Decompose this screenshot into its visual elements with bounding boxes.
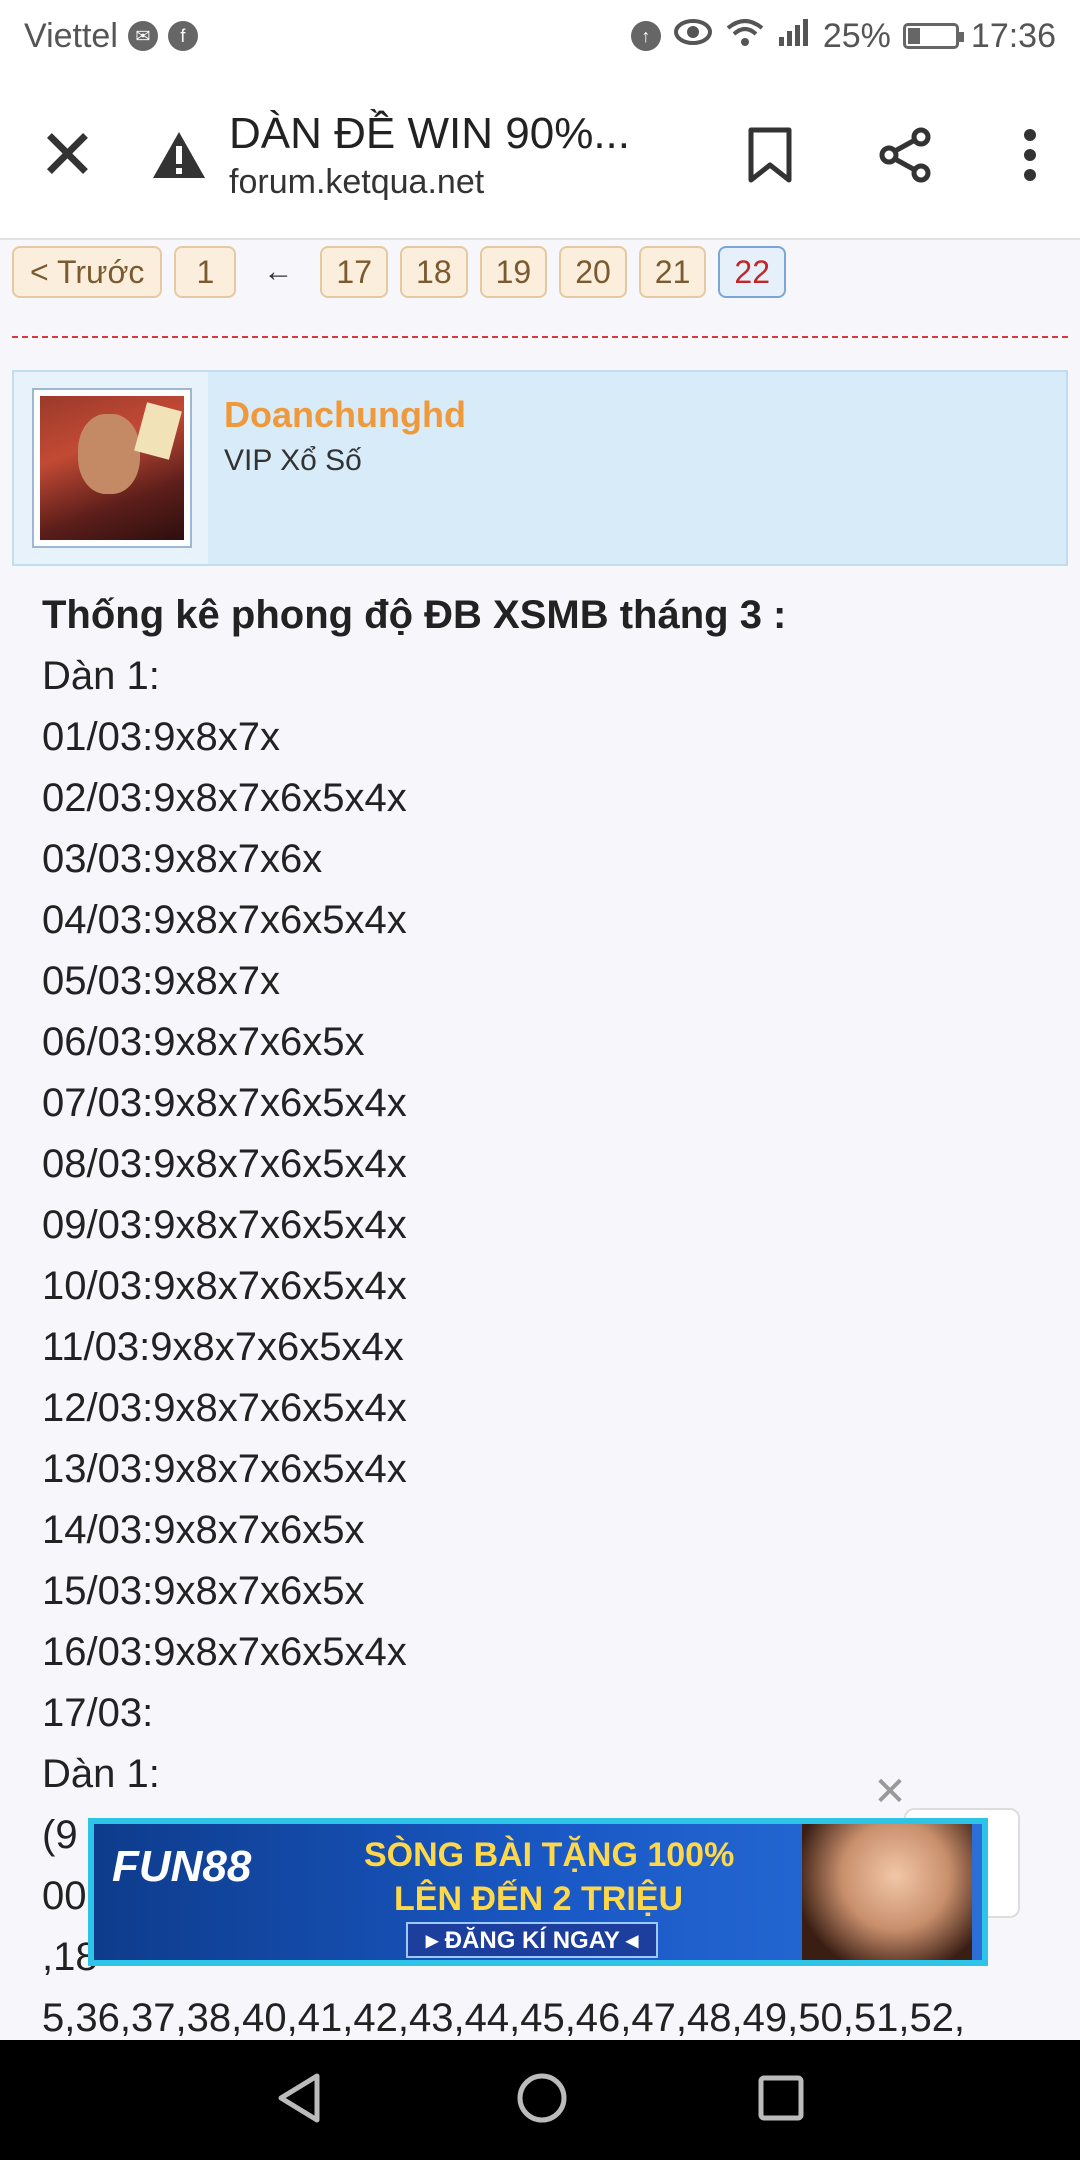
page-link[interactable]: 19 — [479, 246, 548, 298]
home-icon[interactable] — [514, 2070, 570, 2131]
post-line: 10/03:9x8x7x6x5x4x — [42, 1264, 407, 1308]
warning-icon[interactable] — [147, 130, 211, 180]
data-saver-icon: ↑ — [630, 21, 661, 51]
post-line: 03/03:9x8x7x6x — [42, 837, 323, 881]
ad-register-button[interactable]: ▸ ĐĂNG KÍ NGAY ◂ — [406, 1922, 659, 1958]
page-url: forum.ketqua.net — [229, 162, 485, 201]
ad-close-icon[interactable]: ✕ — [870, 1770, 910, 1814]
post-line: 14/03:9x8x7x6x5x — [42, 1508, 365, 1552]
avatar-column — [14, 372, 208, 564]
system-nav-bar — [0, 2040, 1080, 2160]
wifi-icon — [725, 16, 765, 57]
post-line: 13/03:9x8x7x6x5x4x — [42, 1447, 407, 1491]
page-title: DÀN ĐỀ WIN 90%... — [229, 108, 630, 158]
page-gap-arrow: ← — [263, 255, 294, 288]
prev-page-button[interactable]: < Trước — [12, 246, 163, 298]
post-line: Dàn 1: — [42, 654, 160, 698]
post-line: 02/03:9x8x7x6x5x4x — [42, 776, 407, 820]
page-link[interactable]: 20 — [559, 246, 627, 298]
signal-icon — [777, 17, 811, 56]
battery-percent: 25% — [822, 16, 891, 55]
post-line: 16/03:9x8x7x6x5x4x — [42, 1630, 407, 1674]
avatar[interactable] — [32, 388, 192, 548]
post-line: 15/03:9x8x7x6x5x — [42, 1569, 365, 1613]
post-line: 06/03:9x8x7x6x5x — [42, 1020, 365, 1064]
page-link[interactable]: 18 — [400, 246, 468, 298]
share-icon[interactable] — [855, 90, 956, 220]
status-bar: Viettel ✉ f ↑ 25% 17:36 — [0, 0, 1080, 72]
facebook-icon: f — [167, 21, 198, 51]
ad-brand: FUN88 — [112, 1842, 252, 1891]
bookmark-icon[interactable] — [720, 90, 821, 220]
eye-icon — [673, 17, 713, 56]
post-line: 07/03:9x8x7x6x5x4x — [42, 1081, 407, 1125]
clock: 17:36 — [970, 16, 1056, 55]
more-options-icon[interactable] — [979, 90, 1080, 220]
author-name[interactable]: Doanchunghd — [224, 394, 466, 436]
page-link-first[interactable]: 1 — [174, 246, 237, 298]
post-line: 01/03:9x8x7x — [42, 715, 280, 759]
ad-banner[interactable]: FUN88 SÒNG BÀI TẶNG 100% LÊN ĐẾN 2 TRIỆU… — [88, 1818, 988, 1966]
post-line: 17/03: — [42, 1691, 154, 1735]
ad-headline: SÒNG BÀI TẶNG 100% — [364, 1836, 735, 1874]
battery-icon — [902, 23, 964, 49]
messenger-icon: ✉ — [127, 21, 158, 51]
ad-model-image — [802, 1824, 972, 1960]
post-author-box: Doanchunghd VIP Xổ Số — [12, 370, 1068, 566]
page-content: < Trước 1 ← 17 18 19 20 21 22 Doanchungh… — [0, 240, 1080, 2040]
browser-toolbar: ✕ DÀN ĐỀ WIN 90%... forum.ketqua.net — [0, 72, 1080, 240]
pagination: < Trước 1 ← 17 18 19 20 21 22 — [12, 246, 786, 298]
post-line: 05/03:9x8x7x — [42, 959, 280, 1003]
post-line: 08/03:9x8x7x6x5x4x — [42, 1142, 407, 1186]
post-line: 04/03:9x8x7x6x5x4x — [42, 898, 407, 942]
page-link[interactable]: 21 — [638, 246, 707, 298]
post-divider — [12, 336, 1068, 338]
post-line: 12/03:9x8x7x6x5x4x — [42, 1386, 407, 1430]
carrier-label: Viettel — [24, 16, 118, 55]
page-link[interactable]: 17 — [320, 246, 389, 298]
page-title-area[interactable]: DÀN ĐỀ WIN 90%... forum.ketqua.net — [229, 109, 630, 202]
post-heading: Thống kê phong độ ĐB XSMB tháng 3 : — [42, 593, 787, 637]
ad-subheadline: LÊN ĐẾN 2 TRIỆU — [394, 1880, 684, 1918]
post-line: 09/03:9x8x7x6x5x4x — [42, 1203, 407, 1247]
author-role: VIP Xổ Số — [224, 444, 362, 477]
avatar-image — [40, 396, 184, 540]
close-icon[interactable]: ✕ — [8, 90, 127, 220]
page-link-current: 22 — [718, 246, 786, 298]
back-icon[interactable] — [273, 2070, 329, 2131]
ad-banner-image[interactable]: FUN88 SÒNG BÀI TẶNG 100% LÊN ĐẾN 2 TRIỆU… — [88, 1818, 988, 1966]
post-line: 5,36,37,38,40,41,42,43,44,45,46,47,48,49… — [42, 1996, 966, 2040]
recents-icon[interactable] — [755, 2072, 807, 2129]
post-line: 11/03:9x8x7x6x5x4x — [42, 1325, 404, 1369]
